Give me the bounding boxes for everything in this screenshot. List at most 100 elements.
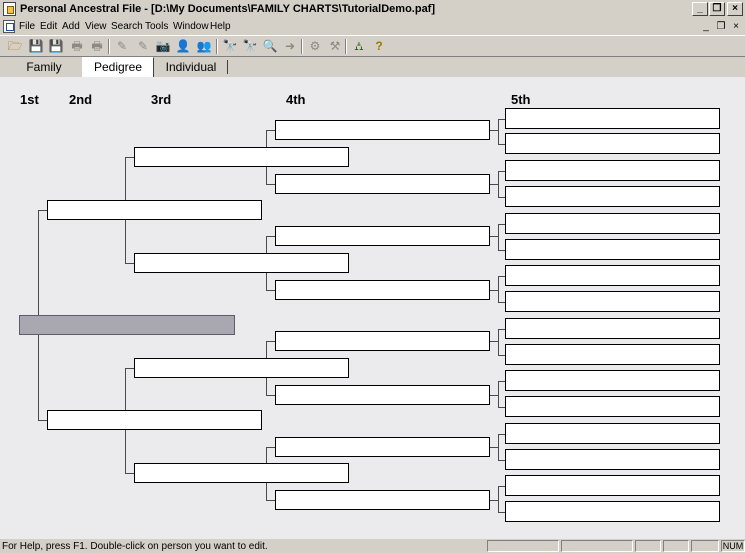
pedigree-icon[interactable]: ⛼	[351, 39, 367, 54]
connector-line	[498, 381, 505, 382]
camera-icon[interactable]: 📷	[155, 39, 171, 54]
person-box-gen5[interactable]	[505, 423, 720, 444]
merge-icon[interactable]: ⚒	[327, 39, 343, 54]
person-box-gen4[interactable]	[275, 331, 490, 351]
connector-line	[266, 167, 267, 184]
connector-line	[266, 378, 267, 395]
menu-help[interactable]: Help	[210, 21, 231, 32]
person-box-gen4[interactable]	[275, 120, 490, 140]
edit-person-icon[interactable]: ✎	[114, 39, 130, 54]
connector-line	[490, 341, 498, 342]
person-box-gen5[interactable]	[505, 108, 720, 129]
connector-line	[498, 119, 499, 144]
person-box-gen2[interactable]	[47, 200, 262, 220]
person-box-gen5[interactable]	[505, 160, 720, 181]
edit-family-icon[interactable]: ✎	[135, 39, 151, 54]
person-box-gen4[interactable]	[275, 437, 490, 457]
person-box-gen3[interactable]	[134, 358, 349, 378]
person-box-gen5[interactable]	[505, 501, 720, 522]
connector-line	[125, 263, 134, 264]
menu-edit[interactable]: Edit	[40, 21, 57, 32]
app-icon[interactable]	[3, 2, 16, 16]
person-box-gen4[interactable]	[275, 226, 490, 246]
search-binoculars-icon[interactable]: 🔭	[222, 39, 238, 54]
connector-line	[266, 500, 275, 501]
status-panel	[635, 540, 661, 552]
open-folder-icon[interactable]: 🗁	[7, 39, 23, 54]
close-button[interactable]: ×	[727, 2, 743, 16]
person-box-gen5[interactable]	[505, 291, 720, 312]
person-box-gen4[interactable]	[275, 280, 490, 300]
person-box-gen5[interactable]	[505, 396, 720, 417]
connector-line	[266, 395, 275, 396]
person-box-gen5[interactable]	[505, 133, 720, 154]
person-box-gen2[interactable]	[47, 410, 262, 430]
person-box-gen5[interactable]	[505, 186, 720, 207]
tab-family[interactable]: Family	[6, 59, 82, 76]
menu-view[interactable]: View	[85, 21, 107, 32]
search-next-icon[interactable]: 🔭	[242, 39, 258, 54]
menu-file[interactable]: File	[19, 21, 35, 32]
connector-line	[498, 250, 505, 251]
find-icon[interactable]: 🔍	[262, 39, 278, 54]
person-box-gen4[interactable]	[275, 385, 490, 405]
person-box-gen5[interactable]	[505, 265, 720, 286]
person-box-gen3[interactable]	[134, 147, 349, 167]
menu-window[interactable]: Window	[173, 21, 209, 32]
connector-line	[498, 486, 499, 512]
tools-icon[interactable]: ⚙	[307, 39, 323, 54]
generation-label-3rd: 3rd	[151, 92, 172, 107]
mdi-restore-button[interactable]: ❐	[715, 21, 727, 33]
connector-line	[498, 276, 505, 277]
connector-line	[38, 210, 39, 315]
connector-line	[38, 335, 39, 420]
add-individual-icon[interactable]: 👤	[175, 39, 191, 54]
person-box-gen5[interactable]	[505, 370, 720, 391]
connector-line	[498, 224, 499, 250]
tab-individual[interactable]: Individual	[156, 59, 226, 76]
document-icon[interactable]	[3, 20, 15, 33]
connector-line	[266, 273, 267, 290]
print-icon[interactable]: 🖶	[89, 39, 105, 54]
person-box-gen5[interactable]	[505, 318, 720, 339]
connector-line	[266, 236, 267, 253]
generation-label-1st: 1st	[20, 92, 39, 107]
person-box-gen5[interactable]	[505, 449, 720, 470]
person-box-root[interactable]	[19, 315, 235, 335]
restore-button[interactable]: ❐	[709, 2, 725, 16]
toolbar-separator	[216, 39, 218, 54]
person-box-gen3[interactable]	[134, 463, 349, 483]
save-as-icon[interactable]: 💾	[48, 39, 64, 54]
connector-line	[125, 473, 134, 474]
help-icon[interactable]: ?	[371, 39, 387, 54]
mdi-minimize-button[interactable]: _	[700, 21, 712, 33]
minimize-button[interactable]: _	[692, 2, 708, 16]
person-box-gen5[interactable]	[505, 239, 720, 260]
title-bar: Personal Ancestral File - [D:\My Documen…	[0, 0, 745, 19]
connector-line	[498, 119, 505, 120]
connector-line	[490, 236, 498, 237]
menu-tools[interactable]: Tools	[145, 21, 168, 32]
connector-line	[498, 329, 499, 355]
print-preview-icon[interactable]: 🖶	[69, 39, 85, 54]
person-box-gen4[interactable]	[275, 174, 490, 194]
menu-search[interactable]: Search	[111, 21, 143, 32]
connector-line	[266, 447, 267, 463]
person-box-gen5[interactable]	[505, 344, 720, 365]
add-family-icon[interactable]: 👥	[196, 39, 212, 54]
person-box-gen5[interactable]	[505, 475, 720, 496]
navigate-icon[interactable]: ➜	[282, 39, 298, 54]
mdi-close-button[interactable]: ×	[730, 21, 742, 33]
generation-label-4th: 4th	[286, 92, 306, 107]
tab-pedigree[interactable]: Pedigree	[82, 57, 154, 77]
connector-line	[125, 368, 134, 369]
connector-line	[266, 483, 267, 500]
toolbar: 🗁 💾 💾 🖶 🖶 ✎ ✎ 📷 👤 👥 🔭 🔭 🔍 ➜ ⚙ ⚒ ⛼ ?	[0, 35, 745, 57]
connector-line	[498, 460, 505, 461]
person-box-gen5[interactable]	[505, 213, 720, 234]
person-box-gen4[interactable]	[275, 490, 490, 510]
save-icon[interactable]: 💾	[28, 39, 44, 54]
person-box-gen3[interactable]	[134, 253, 349, 273]
status-bar: For Help, press F1. Double-click on pers…	[0, 539, 745, 553]
menu-add[interactable]: Add	[62, 21, 80, 32]
